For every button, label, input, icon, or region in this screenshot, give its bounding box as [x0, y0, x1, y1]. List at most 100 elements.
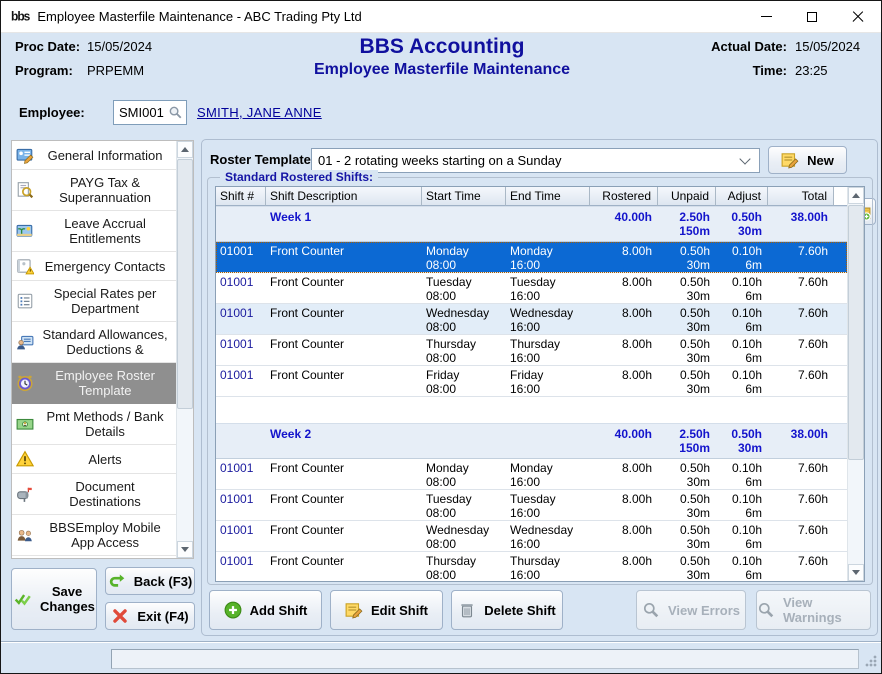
shift-rostered: 8.00h [590, 460, 658, 489]
shift-description: Front Counter [266, 460, 422, 489]
shift-row[interactable]: 01001Front CounterThursday08:00Thursday1… [216, 335, 847, 366]
plus-circle-icon [224, 601, 242, 619]
app-logo-icon: bbs [11, 12, 29, 22]
shift-total: 7.60h [768, 522, 834, 551]
shift-row[interactable]: 01001Front CounterThursday08:00Thursday1… [216, 552, 847, 581]
shift-end-time: Tuesday16:00 [506, 491, 590, 520]
proc-date-value: 15/05/2024 [87, 39, 152, 54]
shift-start-time: Monday08:00 [422, 460, 506, 489]
back-arrow-icon [108, 572, 126, 590]
shift-row[interactable]: 01001Front CounterMonday08:00Monday16:00… [216, 242, 847, 273]
roster-template-select[interactable]: 01 - 2 rotating weeks starting on a Sund… [311, 148, 760, 173]
shift-adjust: 0.10h6m [716, 491, 768, 520]
close-button[interactable] [835, 1, 881, 32]
sidebar-item-payg-tax-superannuation[interactable]: PAYG Tax & Superannuation [12, 170, 176, 211]
shift-row[interactable]: 01001Front CounterTuesday08:00Tuesday16:… [216, 490, 847, 521]
column-header[interactable]: Shift # [216, 187, 266, 206]
shift-row[interactable]: 01001Front CounterWednesday08:00Wednesda… [216, 521, 847, 552]
exit-button[interactable]: Exit (F4) [105, 602, 195, 630]
shift-rostered: 8.00h [590, 336, 658, 365]
roster-panel: Roster Template: 01 - 2 rotating weeks s… [201, 139, 878, 636]
shift-description: Front Counter [266, 243, 422, 272]
actual-date-label: Actual Date: [711, 39, 787, 54]
shift-adjust: 0.10h6m [716, 367, 768, 396]
view-warnings-button[interactable]: View Warnings [756, 590, 871, 630]
shift-row[interactable]: 01001Front CounterTuesday08:00Tuesday16:… [216, 273, 847, 304]
sidebar-item-label: Employee Roster Template [36, 367, 174, 399]
sidebar-item-pmt-methods-bank-details[interactable]: Pmt Methods / Bank Details [12, 404, 176, 445]
shift-end-time: Friday16:00 [506, 367, 590, 396]
scroll-up-icon[interactable] [177, 141, 193, 158]
delete-shift-button[interactable]: Delete Shift [451, 590, 563, 630]
sidebar-item-label: Pmt Methods / Bank Details [36, 408, 174, 440]
table-scrollbar[interactable] [847, 187, 864, 581]
edit-shift-button[interactable]: Edit Shift [330, 590, 443, 630]
shift-start-time: Thursday08:00 [422, 336, 506, 365]
sidebar-item-standard-allowances-deductions[interactable]: Standard Allowances, Deductions & [12, 322, 176, 363]
add-shift-button[interactable]: Add Shift [209, 590, 322, 630]
column-header[interactable]: Adjust [716, 187, 768, 206]
sidebar-item-document-destinations[interactable]: Document Destinations [12, 474, 176, 515]
id-card-icon [14, 146, 36, 164]
maximize-button[interactable] [789, 1, 835, 32]
contact-warning-icon [14, 257, 36, 275]
bin-icon [458, 601, 476, 619]
sidebar-item-special-rates-per-department[interactable]: Special Rates per Department [12, 281, 176, 322]
minimize-icon [761, 16, 772, 17]
shift-total: 7.60h [768, 305, 834, 334]
table-scroll-thumb[interactable] [848, 205, 864, 460]
shift-end-time: Wednesday16:00 [506, 305, 590, 334]
sidebar-scroll-thumb[interactable] [177, 159, 193, 409]
column-header[interactable]: Unpaid [658, 187, 716, 206]
view-errors-button[interactable]: View Errors [636, 590, 746, 630]
week-unpaid: 2.50h150m [658, 426, 716, 458]
sidebar-scrollbar[interactable] [176, 141, 193, 558]
column-header[interactable]: Total [768, 187, 834, 206]
sidebar-item-custom-fields-attributes[interactable]: Custom Fields / Attributes [12, 556, 176, 558]
shift-start-time: Tuesday08:00 [422, 491, 506, 520]
save-changes-button[interactable]: Save Changes [11, 568, 97, 630]
shift-row[interactable]: 01001Front CounterFriday08:00Friday16:00… [216, 366, 847, 397]
shift-number: 01001 [216, 522, 266, 551]
employee-name-link[interactable]: SMITH, JANE ANNE [197, 105, 322, 120]
employee-code-field[interactable] [113, 100, 187, 125]
beach-card-icon [14, 222, 36, 240]
sidebar-item-label: General Information [36, 147, 174, 164]
shift-row[interactable]: 01001Front CounterWednesday08:00Wednesda… [216, 304, 847, 335]
sidebar-item-leave-accrual-entitlements[interactable]: Leave Accrual Entitlements [12, 211, 176, 252]
shift-description: Front Counter [266, 491, 422, 520]
column-header[interactable]: Rostered [590, 187, 658, 206]
status-field [111, 649, 859, 669]
week-summary-row[interactable]: Week 240.00h2.50h150m0.50h30m38.00h [216, 423, 847, 459]
sidebar-item-emergency-contacts[interactable]: Emergency Contacts [12, 252, 176, 281]
program-label: Program: [15, 63, 87, 78]
shift-number: 01001 [216, 553, 266, 581]
scroll-down-icon[interactable] [177, 541, 193, 558]
shift-total: 7.60h [768, 274, 834, 303]
shift-unpaid: 0.50h30m [658, 553, 716, 581]
week-summary-row[interactable]: Week 140.00h2.50h150m0.50h30m38.00h [216, 206, 847, 242]
sidebar-item-bbsemploy-mobile-app-access[interactable]: BBSEmploy Mobile App Access [12, 515, 176, 556]
back-button[interactable]: Back (F3) [105, 567, 195, 595]
sidebar-item-general-information[interactable]: General Information [12, 141, 176, 170]
column-header[interactable]: Start Time [422, 187, 506, 206]
week-name: Week 2 [266, 426, 422, 458]
window-title: Employee Masterfile Maintenance - ABC Tr… [37, 9, 361, 24]
sidebar-item-employee-roster-template[interactable]: Employee Roster Template [12, 363, 176, 404]
employee-code-input[interactable] [114, 105, 164, 120]
column-header[interactable]: End Time [506, 187, 590, 206]
sidebar-item-alerts[interactable]: Alerts [12, 445, 176, 474]
time-label: Time: [753, 63, 787, 78]
shift-description: Front Counter [266, 553, 422, 581]
search-icon[interactable] [168, 105, 184, 121]
scroll-down-icon[interactable] [848, 564, 864, 581]
new-roster-template-button[interactable]: New [768, 146, 847, 174]
shift-row[interactable]: 01001Front CounterMonday08:00Monday16:00… [216, 459, 847, 490]
minimize-button[interactable] [743, 1, 789, 32]
resize-grip-icon[interactable] [865, 655, 877, 667]
shift-description: Front Counter [266, 274, 422, 303]
column-header[interactable]: Shift Description [266, 187, 422, 206]
shift-end-time: Thursday16:00 [506, 336, 590, 365]
scroll-up-icon[interactable] [848, 187, 864, 204]
title-bar: bbs Employee Masterfile Maintenance - AB… [1, 1, 881, 33]
